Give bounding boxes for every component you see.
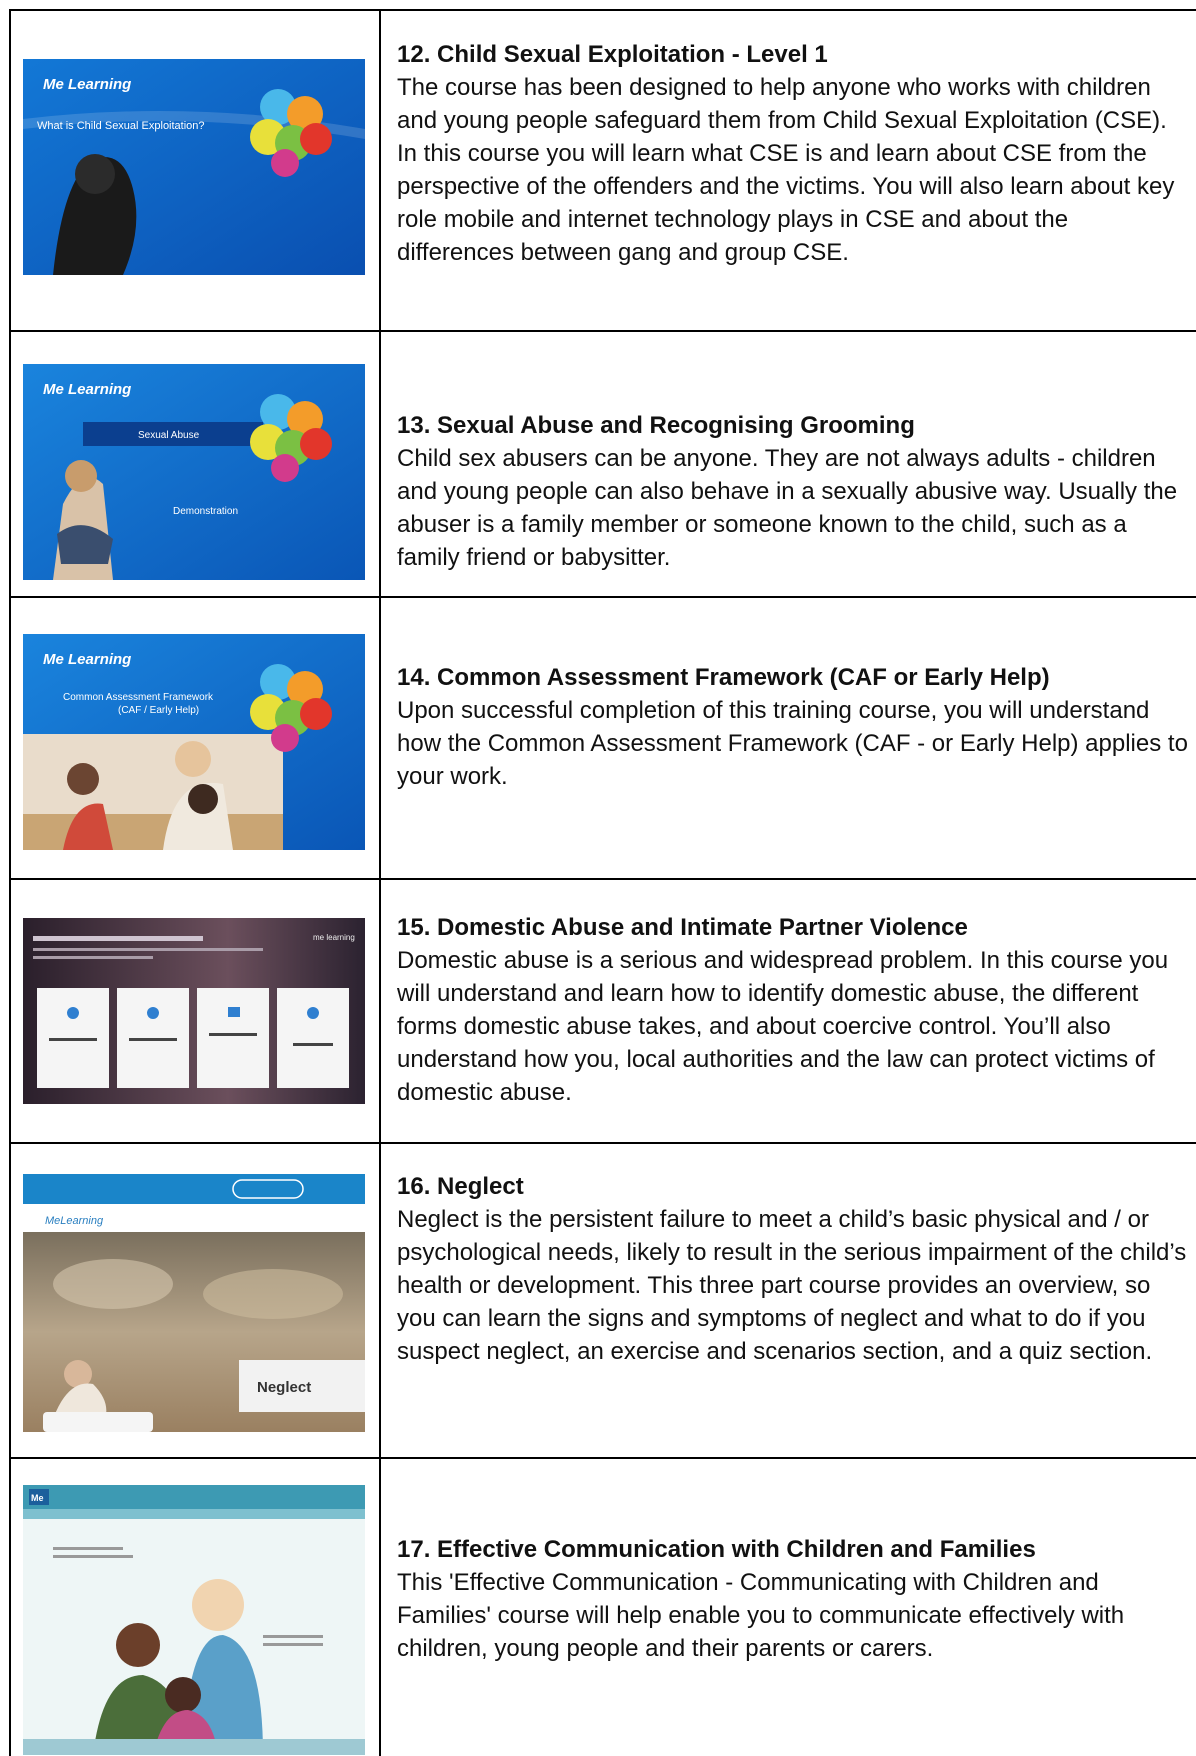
course-title[interactable]: 16. Neglect	[397, 1170, 1190, 1203]
course-description: Neglect is the persistent failure to mee…	[397, 1206, 1187, 1365]
thumbnail-cell: MeLearning Neglect	[9, 1144, 381, 1457]
text-cell: 13. Sexual Abuse and Recognising Groomin…	[381, 332, 1196, 596]
course-description: Upon successful completion of this train…	[397, 697, 1188, 790]
thumbnail-cell: Me	[9, 1459, 381, 1756]
thumb-logo: Me Learning	[43, 381, 131, 398]
course-row-15: me learning 15. Domestic Abuse and Intim…	[9, 878, 1196, 1142]
course-17-thumbnail[interactable]: Me	[23, 1485, 365, 1755]
thumb-caption: Common Assessment Framework	[63, 692, 214, 703]
course-12-thumbnail[interactable]: Me Learning What is Child Sexual Exploit…	[23, 59, 365, 275]
thumb-caption: Sexual Abuse	[138, 430, 200, 441]
text-cell: 17. Effective Communication with Childre…	[381, 1459, 1196, 1756]
thumbnail-cell: Me Learning Common Assessment Framework …	[9, 598, 381, 878]
text-cell: 15. Domestic Abuse and Intimate Partner …	[381, 880, 1196, 1142]
course-description: This 'Effective Communication - Communic…	[397, 1569, 1125, 1662]
thumb-caption: What is Child Sexual Exploitation?	[37, 120, 205, 132]
text-cell: 16. Neglect Neglect is the persistent fa…	[381, 1144, 1196, 1457]
thumb-logo: Me Learning	[43, 76, 131, 93]
course-description: Child sex abusers can be anyone. They ar…	[397, 445, 1178, 571]
thumbnail-cell: me learning	[9, 880, 381, 1142]
course-description: The course has been designed to help any…	[397, 74, 1175, 266]
thumb-logo: Me	[31, 1493, 44, 1503]
thumb-caption-2: (CAF / Early Help)	[118, 705, 199, 716]
thumb-caption: Neglect	[257, 1379, 311, 1396]
course-title[interactable]: 12. Child Sexual Exploitation - Level 1	[397, 38, 1190, 71]
thumb-logo: MeLearning	[45, 1215, 104, 1227]
course-row-17: Me 17. Effective Communication with Chil…	[9, 1457, 1196, 1756]
course-title[interactable]: 17. Effective Communication with Childre…	[397, 1533, 1190, 1566]
thumb-caption-2: Demonstration	[173, 506, 238, 517]
course-row-16: MeLearning Neglect 16. Neglect Neglect i…	[9, 1142, 1196, 1457]
course-title[interactable]: 13. Sexual Abuse and Recognising Groomin…	[397, 409, 1190, 442]
thumb-logo: Me Learning	[43, 651, 131, 668]
course-13-thumbnail[interactable]: Me Learning Sexual Abuse Demonstration	[23, 364, 365, 580]
text-cell: 14. Common Assessment Framework (CAF or …	[381, 598, 1196, 878]
thumbnail-cell: Me Learning What is Child Sexual Exploit…	[9, 11, 381, 330]
course-row-14: Me Learning Common Assessment Framework …	[9, 596, 1196, 878]
course-15-thumbnail[interactable]: me learning	[23, 918, 365, 1104]
thumbnail-cell: Me Learning Sexual Abuse Demonstration	[9, 332, 381, 596]
course-description: Domestic abuse is a serious and widespre…	[397, 947, 1169, 1106]
text-cell: 12. Child Sexual Exploitation - Level 1 …	[381, 11, 1196, 330]
course-title[interactable]: 15. Domestic Abuse and Intimate Partner …	[397, 911, 1190, 944]
course-title[interactable]: 14. Common Assessment Framework (CAF or …	[397, 661, 1190, 694]
course-16-thumbnail[interactable]: MeLearning Neglect	[23, 1174, 365, 1432]
thumb-logo: me learning	[313, 933, 355, 942]
course-14-thumbnail[interactable]: Me Learning Common Assessment Framework …	[23, 634, 365, 850]
course-row-13: Me Learning Sexual Abuse Demonstration 1	[9, 330, 1196, 596]
course-row-12: Me Learning What is Child Sexual Exploit…	[9, 9, 1196, 330]
